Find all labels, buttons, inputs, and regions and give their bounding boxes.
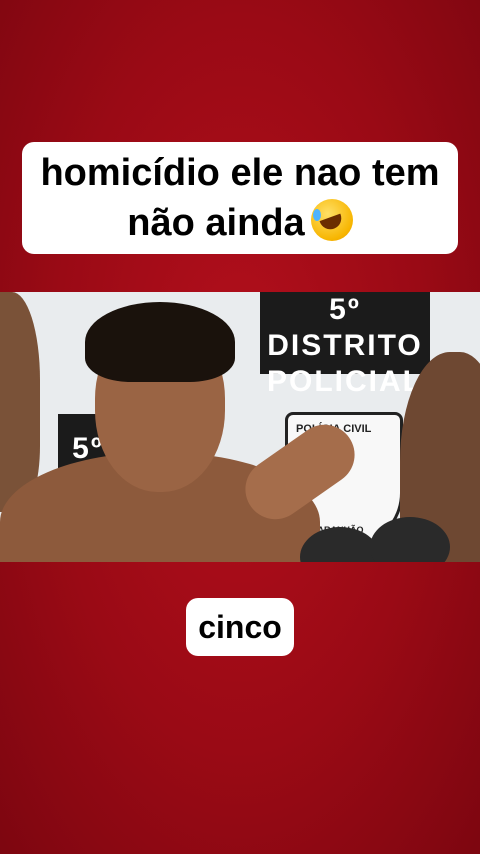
rolling-laughing-emoji-icon <box>310 199 353 241</box>
police-district-sign: 5º DISTRITO POLICIAL <box>260 292 430 398</box>
bottom-caption: cinco <box>0 598 480 656</box>
top-caption-line-2-text: não ainda <box>127 202 305 244</box>
top-caption-box: homicídio ele nao tem não ainda <box>22 142 458 254</box>
top-caption: homicídio ele nao tem não ainda <box>0 142 480 254</box>
bottom-caption-box: cinco <box>186 598 294 656</box>
main-person-hair <box>85 302 235 382</box>
top-caption-line-2: não ainda <box>40 198 439 248</box>
video-frame: 5º DISTRITO POLICIAL 5º D 5 POLÍCIA CIVI… <box>0 292 480 562</box>
top-caption-line-1: homicídio ele nao tem <box>40 152 440 194</box>
